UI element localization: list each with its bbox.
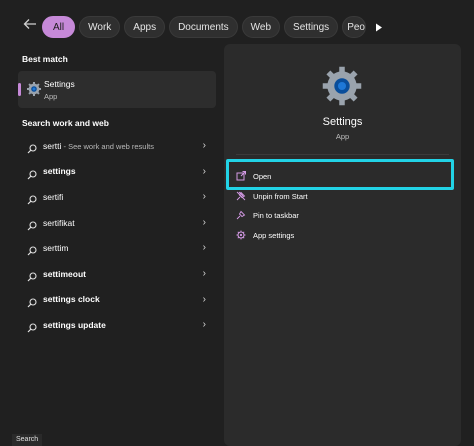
app-settings-label: App settings: [253, 230, 295, 240]
app-settings-action[interactable]: App settings: [236, 228, 294, 242]
unpin-label: Unpin from Start: [253, 191, 308, 201]
open-action[interactable]: Open: [236, 169, 271, 183]
filter-apps[interactable]: Apps: [124, 16, 166, 38]
search-icon: [27, 167, 37, 180]
suggestion-label: sertifikat: [43, 217, 75, 228]
suggestion-label: sertti - See work and web results: [43, 140, 154, 151]
search-icon: [27, 320, 37, 333]
suggestion-label: settings: [43, 166, 76, 177]
best-match-name: Settings: [44, 79, 75, 89]
chevron-right-icon: ›: [202, 216, 206, 228]
search-icon: [27, 269, 37, 282]
list-item[interactable]: sertti - See work and web results ›: [18, 133, 216, 159]
suggestion-label: sertifi: [43, 191, 64, 202]
list-item[interactable]: settings ›: [18, 159, 216, 185]
filter-web[interactable]: Web: [241, 16, 281, 38]
suggestion-label: serttim: [43, 243, 69, 254]
best-match-item[interactable]: Settings App: [18, 71, 216, 108]
back-arrow-icon[interactable]: [20, 14, 40, 34]
filter-bar: All Work Apps Documents Web Settings Peo: [0, 0, 474, 44]
filter-work[interactable]: Work: [79, 16, 121, 38]
list-item[interactable]: sertifikat ›: [18, 210, 216, 236]
search-icon: [27, 141, 37, 154]
list-item[interactable]: settings clock ›: [18, 287, 216, 313]
search-work-web-heading: Search work and web: [22, 118, 109, 128]
gear-icon: [236, 230, 246, 240]
chevron-right-icon: ›: [202, 293, 206, 305]
unpin-from-start-action[interactable]: Unpin from Start: [236, 189, 308, 203]
filter-settings[interactable]: Settings: [284, 16, 339, 38]
chevron-right-icon: ›: [202, 165, 206, 177]
play-icon[interactable]: [370, 16, 388, 38]
open-label: Open: [253, 171, 272, 181]
chevron-right-icon: ›: [202, 267, 206, 279]
unpin-icon: [236, 191, 246, 201]
preview-panel: Settings App Open Unpin from Start Pin t…: [224, 44, 461, 446]
search-footer-label: Search: [12, 434, 43, 446]
filter-people[interactable]: Peo: [342, 16, 367, 38]
results-panel: Best match Settings App Search work and …: [16, 44, 216, 446]
suggestion-list: sertti - See work and web results › sett…: [18, 133, 216, 338]
pin-label: Pin to taskbar: [253, 210, 299, 220]
search-icon: [27, 295, 37, 307]
pin-to-taskbar-action[interactable]: Pin to taskbar: [236, 208, 299, 222]
chevron-right-icon: ›: [202, 140, 206, 151]
chevron-right-icon: ›: [202, 191, 206, 203]
suggestion-label: settings clock: [43, 294, 100, 305]
selection-indicator: [18, 83, 21, 96]
suggestion-label: settings update: [43, 319, 106, 330]
list-item[interactable]: sertifi ›: [18, 184, 216, 210]
best-match-type: App: [44, 92, 58, 101]
filter-documents[interactable]: Documents: [169, 16, 238, 38]
chevron-right-icon: ›: [202, 319, 206, 331]
search-icon: [27, 243, 37, 256]
divider: [236, 154, 449, 155]
list-item[interactable]: serttim ›: [18, 235, 216, 261]
start-search-window: All Work Apps Documents Web Settings Peo…: [0, 0, 474, 446]
app-type: App: [335, 132, 350, 141]
app-title: Settings: [322, 116, 363, 128]
list-item[interactable]: settimeout ›: [18, 261, 216, 287]
list-item[interactable]: settings update ›: [18, 312, 216, 338]
best-match-heading: Best match: [22, 54, 68, 64]
filter-all[interactable]: All: [42, 16, 76, 38]
pin-icon: [236, 210, 246, 220]
settings-gear-icon: [320, 64, 364, 108]
filter-chips: All Work Apps Documents Web Settings Peo: [42, 16, 388, 38]
chevron-right-icon: ›: [202, 242, 206, 254]
open-external-icon: [236, 171, 246, 181]
search-icon: [27, 192, 37, 205]
settings-gear-icon: [26, 81, 42, 97]
suggestion-label: settimeout: [43, 268, 86, 279]
search-icon: [27, 218, 37, 231]
